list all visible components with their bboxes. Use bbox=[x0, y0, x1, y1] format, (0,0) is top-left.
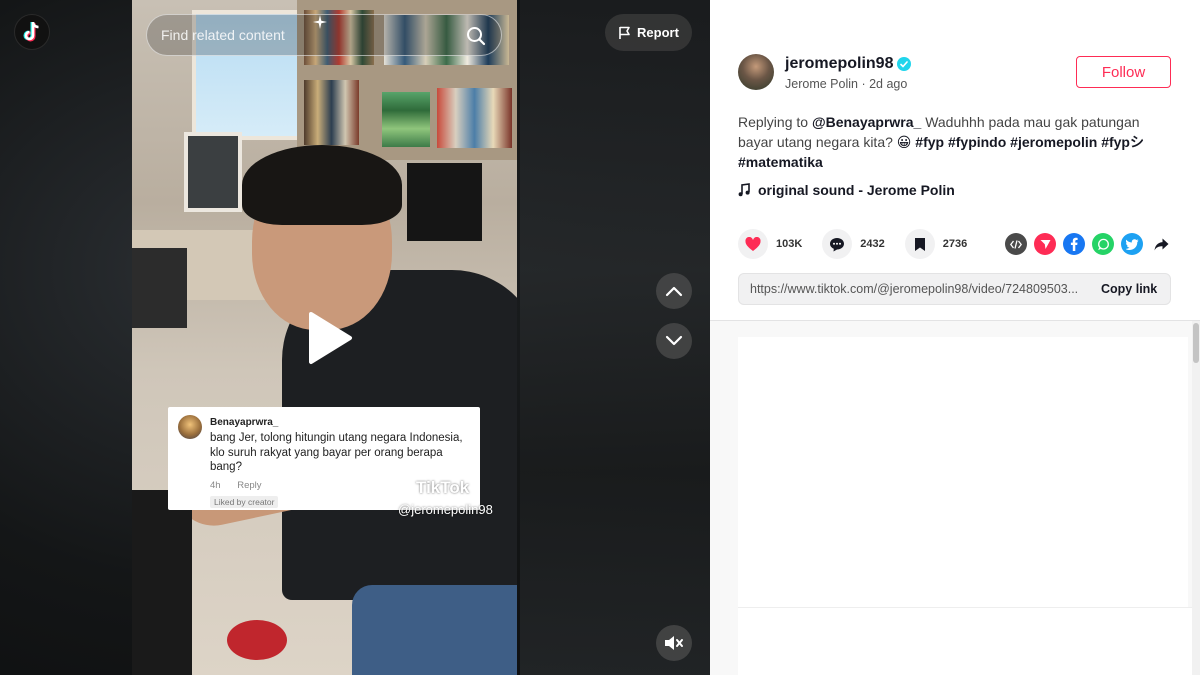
engagement-bar: 103K 2432 2736 bbox=[738, 229, 987, 259]
sparkle-icon bbox=[313, 15, 327, 32]
exercise-bike bbox=[132, 490, 192, 675]
comment-button[interactable]: 2432 bbox=[822, 229, 885, 259]
emoji: 😀 bbox=[896, 134, 912, 150]
scrollbar[interactable] bbox=[1192, 321, 1200, 675]
send-icon[interactable] bbox=[1034, 233, 1056, 255]
reply-mention-link[interactable]: @Benayaprwra_ bbox=[812, 114, 921, 130]
framed-picture bbox=[184, 132, 242, 212]
previous-video-button[interactable] bbox=[656, 273, 692, 309]
share-icons-row bbox=[1005, 233, 1172, 255]
chevron-up-icon bbox=[665, 286, 683, 297]
tiktok-watermark: TikTok @jeromepolin98 bbox=[398, 478, 493, 517]
scrollbar-thumb[interactable] bbox=[1193, 323, 1199, 363]
monitor bbox=[407, 163, 482, 241]
mute-button[interactable] bbox=[656, 625, 692, 661]
twitter-icon[interactable] bbox=[1121, 233, 1143, 255]
commenter-username: Benayaprwra_ bbox=[210, 417, 279, 428]
embed-icon[interactable] bbox=[1005, 233, 1027, 255]
liked-by-creator-badge: Liked by creator bbox=[210, 496, 279, 508]
heart-icon[interactable] bbox=[738, 229, 768, 259]
sound-link[interactable]: original sound - Jerome Polin bbox=[738, 182, 955, 198]
comment-time: 4h bbox=[210, 480, 221, 491]
author-subline: Jerome Polin · 2d ago bbox=[785, 77, 908, 91]
music-note-icon bbox=[738, 183, 750, 197]
watermark-logo: TikTok bbox=[416, 478, 470, 497]
like-count: 103K bbox=[776, 238, 803, 250]
muted-speaker-icon bbox=[665, 636, 683, 650]
printer bbox=[132, 248, 187, 328]
play-icon[interactable] bbox=[304, 310, 354, 366]
comment-bubble-icon[interactable] bbox=[822, 229, 853, 259]
comment-reply-label: Reply bbox=[237, 480, 262, 491]
author-username-row[interactable]: jeromepolin98 bbox=[785, 55, 912, 73]
comment-text: bang Jer, tolong hitungin utang negara I… bbox=[210, 432, 463, 473]
flag-icon bbox=[619, 26, 630, 39]
video-url-field[interactable]: https://www.tiktok.com/@jeromepolin98/vi… bbox=[739, 282, 1089, 296]
like-button[interactable]: 103K bbox=[738, 229, 802, 259]
video-player: Benayaprwra_ bang Jer, tolong hitungin u… bbox=[0, 0, 710, 675]
facebook-icon[interactable] bbox=[1063, 233, 1085, 255]
verified-badge-icon bbox=[897, 57, 912, 71]
sound-title[interactable]: original sound - Jerome Polin bbox=[758, 182, 955, 198]
comment-count: 2432 bbox=[860, 238, 885, 250]
copy-link-button[interactable]: Copy link bbox=[1089, 282, 1157, 296]
video-info-panel: jeromepolin98 Jerome Polin · 2d ago Foll… bbox=[710, 0, 1200, 675]
tiktok-logo-icon[interactable] bbox=[14, 14, 50, 50]
report-label: Report bbox=[637, 25, 679, 40]
video-link-box: https://www.tiktok.com/@jeromepolin98/vi… bbox=[738, 273, 1171, 305]
search-box[interactable]: Find related content bbox=[146, 14, 502, 56]
comment-input-area bbox=[738, 607, 1198, 675]
follow-button[interactable]: Follow bbox=[1076, 56, 1171, 88]
avatar[interactable] bbox=[738, 54, 774, 90]
comments-panel bbox=[738, 337, 1188, 607]
author-username[interactable]: jeromepolin98 bbox=[785, 55, 893, 73]
comments-area bbox=[710, 321, 1200, 675]
whatsapp-icon[interactable] bbox=[1092, 233, 1114, 255]
author-display-name: Jerome Polin bbox=[785, 77, 858, 91]
comment-meta: 4h Reply bbox=[210, 480, 276, 491]
save-count: 2736 bbox=[942, 238, 968, 250]
commenter-avatar bbox=[178, 415, 202, 439]
reply-prefix: Replying to bbox=[738, 114, 809, 130]
search-icon[interactable] bbox=[465, 25, 487, 47]
share-arrow-icon[interactable] bbox=[1150, 233, 1172, 255]
video-description: Replying to @Benayaprwra_ Waduhhh pada m… bbox=[738, 112, 1168, 172]
bookmark-icon[interactable] bbox=[904, 229, 935, 259]
report-button[interactable]: Report bbox=[605, 14, 692, 51]
search-input[interactable]: Find related content bbox=[161, 27, 285, 43]
post-date: 2d ago bbox=[869, 77, 908, 91]
watermark-handle: @jeromepolin98 bbox=[398, 502, 493, 517]
chevron-down-icon bbox=[665, 335, 683, 346]
next-video-button[interactable] bbox=[656, 323, 692, 359]
save-button[interactable]: 2736 bbox=[904, 229, 968, 259]
